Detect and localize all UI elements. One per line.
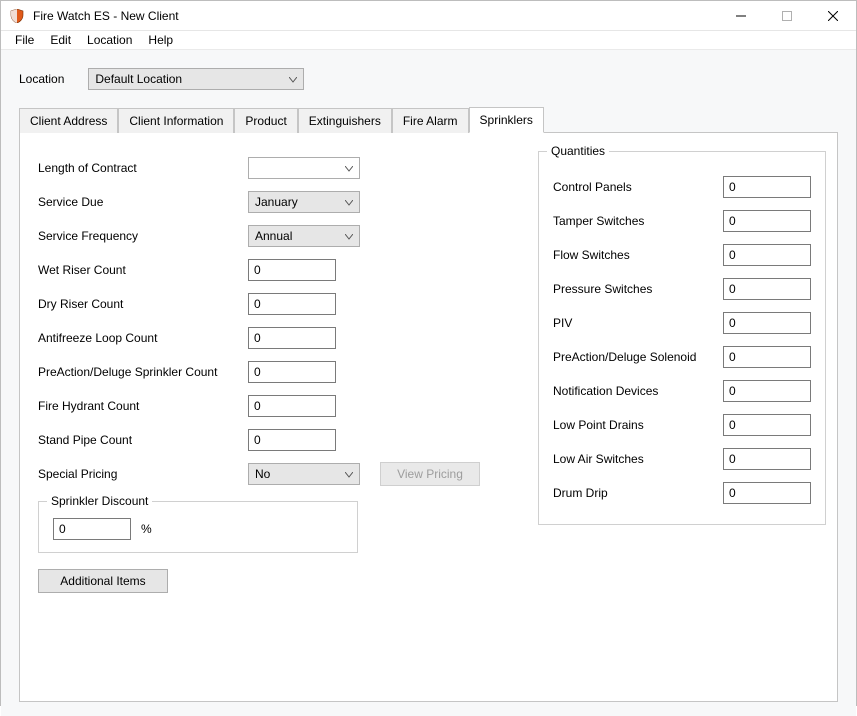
menubar: File Edit Location Help <box>1 31 856 50</box>
sprinklers-right-column: Quantities Control Panels Tamper Switche… <box>538 151 826 593</box>
sprinklers-left-column: Length of Contract Service Due January <box>38 151 508 593</box>
chevron-down-icon <box>345 229 353 243</box>
chevron-down-icon <box>345 161 353 175</box>
notification-devices-label: Notification Devices <box>553 384 723 398</box>
app-shield-icon <box>9 8 25 24</box>
service-due-select[interactable]: January <box>248 191 360 213</box>
tabstrip: Client Address Client Information Produc… <box>19 106 842 132</box>
tab-product[interactable]: Product <box>234 108 297 133</box>
low-point-drains-input[interactable] <box>723 414 811 436</box>
menu-location[interactable]: Location <box>79 31 140 49</box>
chevron-down-icon <box>345 195 353 209</box>
dry-riser-input[interactable] <box>248 293 336 315</box>
additional-items-button[interactable]: Additional Items <box>38 569 168 593</box>
antifreeze-input[interactable] <box>248 327 336 349</box>
location-row: Location Default Location <box>15 64 842 106</box>
sprinkler-discount-unit: % <box>141 522 152 536</box>
pressure-switches-input[interactable] <box>723 278 811 300</box>
drum-drip-label: Drum Drip <box>553 486 723 500</box>
window-title: Fire Watch ES - New Client <box>33 9 179 23</box>
close-button[interactable] <box>810 1 856 31</box>
chevron-down-icon <box>289 72 297 86</box>
titlebar: Fire Watch ES - New Client <box>1 1 856 31</box>
antifreeze-label: Antifreeze Loop Count <box>38 331 248 345</box>
preaction-input[interactable] <box>248 361 336 383</box>
drum-drip-input[interactable] <box>723 482 811 504</box>
tab-pane-sprinklers: Length of Contract Service Due January <box>19 132 838 702</box>
control-panels-input[interactable] <box>723 176 811 198</box>
notification-devices-input[interactable] <box>723 380 811 402</box>
length-of-contract-label: Length of Contract <box>38 161 248 175</box>
flow-switches-label: Flow Switches <box>553 248 723 262</box>
piv-input[interactable] <box>723 312 811 334</box>
location-select-value: Default Location <box>95 72 182 86</box>
hydrant-input[interactable] <box>248 395 336 417</box>
tamper-switches-label: Tamper Switches <box>553 214 723 228</box>
standpipe-label: Stand Pipe Count <box>38 433 248 447</box>
menu-file[interactable]: File <box>7 31 42 49</box>
low-air-switches-input[interactable] <box>723 448 811 470</box>
service-due-label: Service Due <box>38 195 248 209</box>
special-pricing-label: Special Pricing <box>38 467 248 481</box>
dry-riser-label: Dry Riser Count <box>38 297 248 311</box>
tab-fire-alarm[interactable]: Fire Alarm <box>392 108 469 133</box>
standpipe-input[interactable] <box>248 429 336 451</box>
low-air-switches-label: Low Air Switches <box>553 452 723 466</box>
view-pricing-button[interactable]: View Pricing <box>380 462 480 486</box>
preaction-label: PreAction/Deluge Sprinkler Count <box>38 365 248 379</box>
chevron-down-icon <box>345 467 353 481</box>
service-frequency-label: Service Frequency <box>38 229 248 243</box>
location-label: Location <box>19 72 64 86</box>
service-frequency-select[interactable]: Annual <box>248 225 360 247</box>
low-point-drains-label: Low Point Drains <box>553 418 723 432</box>
maximize-button[interactable] <box>764 1 810 31</box>
sprinkler-discount-legend: Sprinkler Discount <box>47 494 152 508</box>
hydrant-label: Fire Hydrant Count <box>38 399 248 413</box>
location-select[interactable]: Default Location <box>88 68 304 90</box>
special-pricing-value: No <box>255 467 270 481</box>
sprinkler-discount-input[interactable] <box>53 518 131 540</box>
tab-extinguishers[interactable]: Extinguishers <box>298 108 392 133</box>
menu-edit[interactable]: Edit <box>42 31 79 49</box>
menu-help[interactable]: Help <box>140 31 181 49</box>
tab-sprinklers[interactable]: Sprinklers <box>469 107 544 133</box>
service-frequency-value: Annual <box>255 229 292 243</box>
tab-client-address[interactable]: Client Address <box>19 108 118 133</box>
length-of-contract-select[interactable] <box>248 157 360 179</box>
wet-riser-label: Wet Riser Count <box>38 263 248 277</box>
preaction-solenoid-input[interactable] <box>723 346 811 368</box>
piv-label: PIV <box>553 316 723 330</box>
pressure-switches-label: Pressure Switches <box>553 282 723 296</box>
tamper-switches-input[interactable] <box>723 210 811 232</box>
special-pricing-select[interactable]: No <box>248 463 360 485</box>
wet-riser-input[interactable] <box>248 259 336 281</box>
sprinkler-discount-group: Sprinkler Discount % <box>38 501 358 553</box>
quantities-legend: Quantities <box>547 144 609 158</box>
preaction-solenoid-label: PreAction/Deluge Solenoid <box>553 350 723 364</box>
content-area: Location Default Location Client Address… <box>1 50 856 716</box>
app-window: Fire Watch ES - New Client File Edit Loc… <box>0 0 857 706</box>
minimize-button[interactable] <box>718 1 764 31</box>
flow-switches-input[interactable] <box>723 244 811 266</box>
quantities-group: Quantities Control Panels Tamper Switche… <box>538 151 826 525</box>
service-due-value: January <box>255 195 298 209</box>
control-panels-label: Control Panels <box>553 180 723 194</box>
tab-client-information[interactable]: Client Information <box>118 108 234 133</box>
